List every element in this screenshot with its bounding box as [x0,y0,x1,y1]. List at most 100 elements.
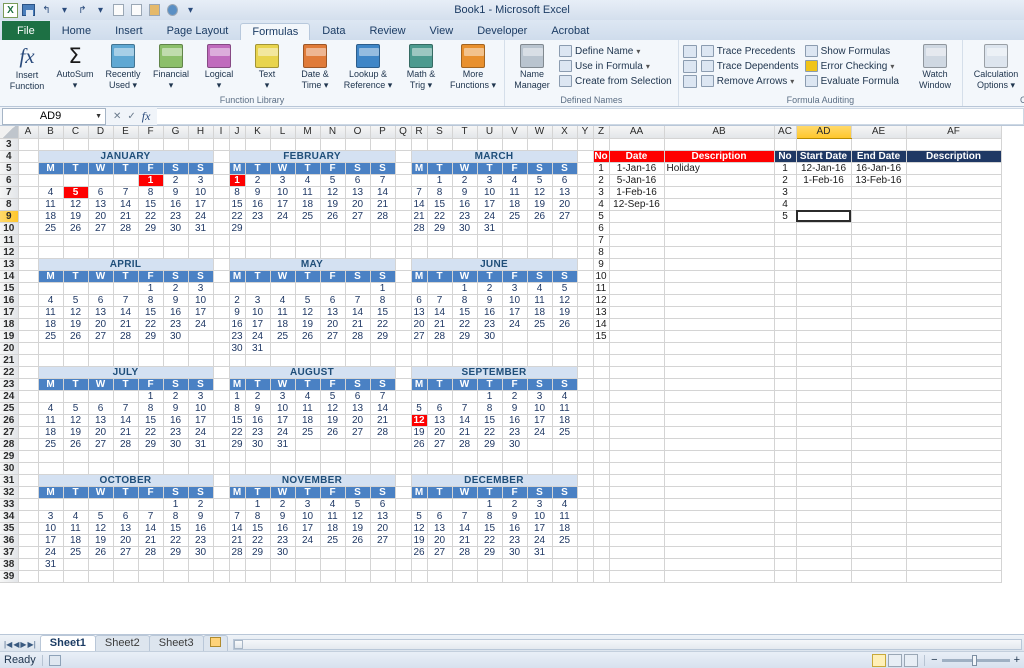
cell-J34[interactable]: 7 [229,510,245,522]
cell-C20[interactable] [63,342,88,354]
cell-AE31[interactable] [851,474,906,486]
cell-E7[interactable]: 7 [113,186,138,198]
cell-AC35[interactable] [774,522,796,534]
cell-AC5[interactable]: 1 [774,162,796,174]
cell-H23[interactable]: S [188,378,213,390]
cell-O30[interactable] [345,462,370,474]
cell-S8[interactable]: 15 [427,198,452,210]
cell-AB36[interactable] [664,534,774,546]
cell-AD6[interactable]: 1-Feb-16 [796,174,851,186]
cell-X6[interactable]: 6 [552,174,577,186]
row-header-29[interactable]: 29 [0,450,18,462]
cell-W29[interactable] [527,450,552,462]
cell-K21[interactable] [245,354,270,366]
cell-Y36[interactable] [577,534,593,546]
cell-C12[interactable] [63,246,88,258]
horizontal-scrollbar[interactable] [227,639,1024,651]
cell-O29[interactable] [345,450,370,462]
cell-O32[interactable]: S [345,486,370,498]
cell-T26[interactable]: 14 [452,414,477,426]
row-header-27[interactable]: 27 [0,426,18,438]
cell-AD20[interactable] [796,342,851,354]
cell-Q33[interactable] [395,498,411,510]
cell-G34[interactable]: 8 [163,510,188,522]
cell-N17[interactable]: 13 [320,306,345,318]
cell-J30[interactable] [229,462,245,474]
chevron-down-icon[interactable]: ▼ [95,113,102,120]
cell-AB13[interactable] [664,258,774,270]
cell-L8[interactable]: 17 [270,198,295,210]
cell-H38[interactable] [188,558,213,570]
cell-Y6[interactable] [577,174,593,186]
sheet-tab-bar[interactable]: |◀ ◀ ▶ ▶| Sheet1 Sheet2 Sheet3 [0,634,1024,651]
row-header-13[interactable]: 13 [0,258,18,270]
cell-X10[interactable] [552,222,577,234]
cell-J11[interactable] [229,234,245,246]
cell-H10[interactable]: 31 [188,222,213,234]
cell-B38[interactable]: 31 [38,558,63,570]
cell-AC13[interactable] [774,258,796,270]
cell-E15[interactable] [113,282,138,294]
select-all-corner[interactable] [0,126,18,138]
cell-AA34[interactable] [609,510,664,522]
cell-F6[interactable]: 1 [138,174,163,186]
cell-AD29[interactable] [796,450,851,462]
cell-A22[interactable] [18,366,38,378]
cell-T32[interactable]: W [452,486,477,498]
cell-C9[interactable]: 19 [63,210,88,222]
cell-I20[interactable] [213,342,229,354]
cell-W3[interactable] [527,138,552,150]
cell-AC29[interactable] [774,450,796,462]
column-header-S[interactable]: S [427,126,452,138]
cell-H29[interactable] [188,450,213,462]
cell-T16[interactable]: 8 [452,294,477,306]
cell-E19[interactable]: 28 [113,330,138,342]
cell-E36[interactable]: 20 [113,534,138,546]
cell-AC11[interactable] [774,234,796,246]
cell-C33[interactable] [63,498,88,510]
cell-S3[interactable] [427,138,452,150]
cell-Y17[interactable] [577,306,593,318]
record-macro-icon[interactable] [49,655,61,666]
cell-S28[interactable]: 27 [427,438,452,450]
cell-J10[interactable]: 29 [229,222,245,234]
cell-I29[interactable] [213,450,229,462]
cell-AA20[interactable] [609,342,664,354]
cell-L7[interactable]: 10 [270,186,295,198]
cell-I8[interactable] [213,198,229,210]
cell-K7[interactable]: 9 [245,186,270,198]
cell-AD24[interactable] [796,390,851,402]
cell-R33[interactable] [411,498,427,510]
cell-N7[interactable]: 12 [320,186,345,198]
cell-Q22[interactable] [395,366,411,378]
cell-E24[interactable] [113,390,138,402]
cell-X29[interactable] [552,450,577,462]
cell-B23[interactable]: M [38,378,63,390]
cell-L5[interactable]: W [270,162,295,174]
cell-B22[interactable]: JULY [38,366,213,378]
cell-M20[interactable] [295,342,320,354]
cell-AF39[interactable] [906,570,1001,582]
cell-Q5[interactable] [395,162,411,174]
row-header-30[interactable]: 30 [0,462,18,474]
cell-A11[interactable] [18,234,38,246]
cell-J19[interactable]: 23 [229,330,245,342]
cell-F11[interactable] [138,234,163,246]
use-in-formula-button[interactable]: Use in Formula ▾ [557,59,674,73]
cell-Y16[interactable] [577,294,593,306]
cell-Q6[interactable] [395,174,411,186]
cell-W8[interactable]: 19 [527,198,552,210]
cell-Z14[interactable]: 10 [593,270,609,282]
cell-M34[interactable]: 10 [295,510,320,522]
cell-M21[interactable] [295,354,320,366]
cell-Y25[interactable] [577,402,593,414]
cell-G14[interactable]: S [163,270,188,282]
cell-AA18[interactable] [609,318,664,330]
cell-X16[interactable]: 12 [552,294,577,306]
column-header-AD[interactable]: AD [796,126,851,138]
cell-Y13[interactable] [577,258,593,270]
cell-E35[interactable]: 13 [113,522,138,534]
cell-B10[interactable]: 25 [38,222,63,234]
cell-O17[interactable]: 14 [345,306,370,318]
cell-Z15[interactable]: 11 [593,282,609,294]
